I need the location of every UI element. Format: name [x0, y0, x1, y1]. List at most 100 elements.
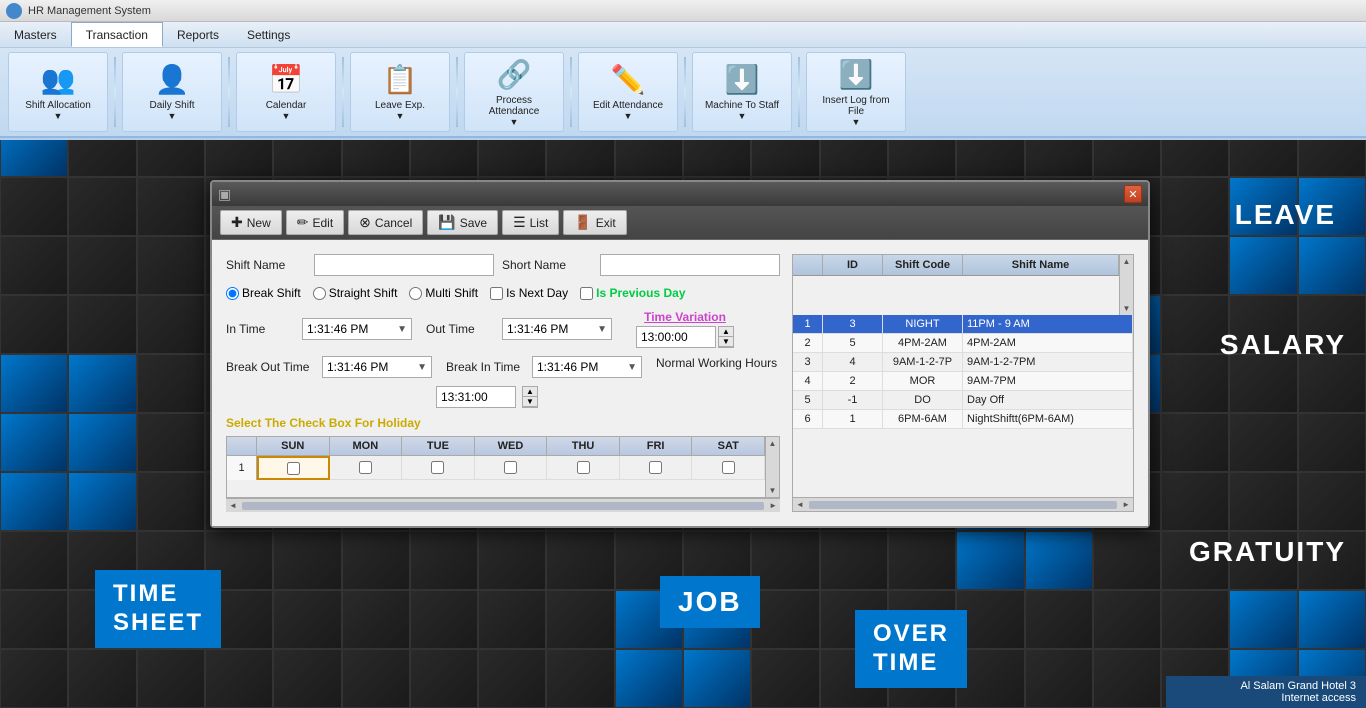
- day-1-tue[interactable]: [402, 456, 475, 480]
- toolbar-sep-5: [570, 57, 572, 127]
- short-name-input[interactable]: [600, 254, 780, 276]
- scroll-down-arrow[interactable]: ▼: [767, 484, 779, 497]
- table-scroll-up[interactable]: ▲: [1121, 255, 1133, 268]
- table-row[interactable]: 5 -1 DO Day Off: [793, 391, 1133, 410]
- list-button[interactable]: ☰ List: [502, 210, 559, 235]
- calendar-icon: 📅: [269, 63, 304, 96]
- exit-button[interactable]: 🚪 Exit: [563, 210, 626, 235]
- normal-working-hours-box: Normal Working Hours: [656, 356, 777, 370]
- in-time-input[interactable]: 1:31:46 PM ▼: [302, 318, 412, 340]
- shift-type-radio-group: Break Shift Straight Shift Multi Shift I…: [226, 286, 780, 300]
- table-row[interactable]: 1 3 NIGHT 11PM - 9 AM: [793, 315, 1133, 334]
- nwh-spin-down[interactable]: ▼: [523, 397, 537, 407]
- new-button[interactable]: ✚ New: [220, 210, 282, 235]
- straight-shift-radio[interactable]: Straight Shift: [313, 286, 398, 300]
- toolbar-machine-to-staff[interactable]: ⬇️ Machine To Staff ▼: [692, 52, 792, 132]
- hscroll-thumb[interactable]: [242, 502, 764, 510]
- break-shift-radio[interactable]: Break Shift: [226, 286, 301, 300]
- break-out-field: Break Out Time 1:31:46 PM ▼: [226, 356, 432, 378]
- out-time-arrow[interactable]: ▼: [597, 324, 607, 335]
- sat-header: SAT: [692, 437, 765, 455]
- day-1-thu[interactable]: [547, 456, 620, 480]
- tue-header: TUE: [402, 437, 475, 455]
- edit-button[interactable]: ✏ Edit: [286, 210, 344, 235]
- table-hscroll-thumb[interactable]: [809, 501, 1117, 509]
- hscroll-left-arrow[interactable]: ◄: [226, 501, 240, 510]
- table-row[interactable]: 2 5 4PM-2AM 4PM-2AM: [793, 334, 1133, 353]
- save-icon: 💾: [438, 214, 455, 231]
- time-variation-label: Time Variation: [636, 310, 734, 324]
- multi-shift-radio[interactable]: Multi Shift: [409, 286, 478, 300]
- save-button[interactable]: 💾 Save: [427, 210, 498, 235]
- cancel-icon: ⊗: [359, 214, 371, 231]
- time-variation-spinner[interactable]: ▲ ▼: [718, 326, 734, 348]
- day-grid-row-1: 1: [227, 456, 765, 480]
- day-1-mon[interactable]: [330, 456, 403, 480]
- cancel-button[interactable]: ⊗ Cancel: [348, 210, 423, 235]
- table-row[interactable]: 4 2 MOR 9AM-7PM: [793, 372, 1133, 391]
- dialog-close-button[interactable]: ✕: [1124, 185, 1142, 203]
- is-next-day-check[interactable]: Is Next Day: [490, 286, 568, 300]
- table-row[interactable]: 6 1 6PM-6AM NightShiftt(6PM-6AM): [793, 410, 1133, 429]
- toolbar-calendar[interactable]: 📅 Calendar ▼: [236, 52, 336, 132]
- spin-up-btn[interactable]: ▲: [719, 327, 733, 337]
- td-code: 4PM-2AM: [883, 334, 963, 352]
- edit-attendance-icon: ✏️: [611, 63, 646, 96]
- sun-header: SUN: [257, 437, 330, 455]
- nwh-spin-up[interactable]: ▲: [523, 387, 537, 397]
- break-time-row: Break Out Time 1:31:46 PM ▼ Break In Tim…: [226, 356, 780, 378]
- hscroll-right-arrow[interactable]: ►: [766, 501, 780, 510]
- day-1-fri[interactable]: [620, 456, 693, 480]
- table-hscroll-right[interactable]: ►: [1119, 500, 1133, 509]
- exit-icon: 🚪: [574, 214, 591, 231]
- new-icon: ✚: [231, 214, 243, 231]
- spin-down-btn[interactable]: ▼: [719, 337, 733, 347]
- table-hscroll-left[interactable]: ◄: [793, 500, 807, 509]
- nwh-input[interactable]: [436, 386, 516, 408]
- toolbar-daily-shift[interactable]: 👤 Daily Shift ▼: [122, 52, 222, 132]
- toolbar-process-attendance[interactable]: 🔗 Process Attendance ▼: [464, 52, 564, 132]
- day-grid-vscroll[interactable]: ▲ ▼: [765, 437, 779, 497]
- toolbar-leave-exp[interactable]: 📋 Leave Exp. ▼: [350, 52, 450, 132]
- time-variation-input[interactable]: [636, 326, 716, 348]
- menu-transaction[interactable]: Transaction: [71, 22, 163, 47]
- td-code: 9AM-1-2-7P: [883, 353, 963, 371]
- td-id: 3: [823, 315, 883, 333]
- shift-name-input[interactable]: [314, 254, 494, 276]
- insert-log-icon: ⬇️: [839, 58, 874, 91]
- is-previous-day-check[interactable]: Is Previous Day: [580, 286, 685, 300]
- table-row[interactable]: 3 4 9AM-1-2-7P 9AM-1-2-7PM: [793, 353, 1133, 372]
- in-time-arrow[interactable]: ▼: [397, 324, 407, 335]
- menu-masters[interactable]: Masters: [0, 22, 71, 47]
- td-num: 4: [793, 372, 823, 390]
- time-variation-value-box: ▲ ▼: [636, 326, 734, 348]
- toolbar-edit-attendance[interactable]: ✏️ Edit Attendance ▼: [578, 52, 678, 132]
- table-scroll-down[interactable]: ▼: [1121, 302, 1133, 315]
- toolbar-insert-log[interactable]: ⬇️ Insert Log from File ▼: [806, 52, 906, 132]
- right-panel: ID Shift Code Shift Name ▲ ▼ 1 3 NIGHT: [792, 254, 1134, 512]
- out-time-label: Out Time: [426, 322, 496, 336]
- table-hscroll[interactable]: ◄ ►: [793, 497, 1133, 511]
- break-out-input[interactable]: 1:31:46 PM ▼: [322, 356, 432, 378]
- td-id: 5: [823, 334, 883, 352]
- table-vscroll[interactable]: ▲ ▼: [1119, 255, 1133, 315]
- day-1-sat[interactable]: [692, 456, 765, 480]
- td-code: NIGHT: [883, 315, 963, 333]
- daily-shift-icon: 👤: [155, 63, 190, 96]
- scroll-up-arrow[interactable]: ▲: [767, 437, 779, 450]
- toolbar-sep-2: [228, 57, 230, 127]
- day-1-sun[interactable]: [257, 456, 330, 480]
- day-grid-hscroll[interactable]: ◄ ►: [226, 498, 780, 512]
- toolbar-shift-allocation[interactable]: 👥 Shift Allocation ▼: [8, 52, 108, 132]
- app-icon: [6, 3, 22, 19]
- break-out-arrow[interactable]: ▼: [417, 362, 427, 373]
- day-1-wed[interactable]: [475, 456, 548, 480]
- break-in-arrow[interactable]: ▼: [627, 362, 637, 373]
- break-in-input[interactable]: 1:31:46 PM ▼: [532, 356, 642, 378]
- out-time-input[interactable]: 1:31:46 PM ▼: [502, 318, 612, 340]
- menu-settings[interactable]: Settings: [233, 22, 304, 47]
- dialog-overlay: ▣ ✕ ✚ New ✏ Edit ⊗ Cancel 💾 Save ☰: [0, 140, 1366, 708]
- menu-reports[interactable]: Reports: [163, 22, 233, 47]
- nwh-spinner[interactable]: ▲ ▼: [522, 386, 538, 408]
- day-grid: SUN MON TUE WED THU FRI SAT 1: [227, 437, 765, 497]
